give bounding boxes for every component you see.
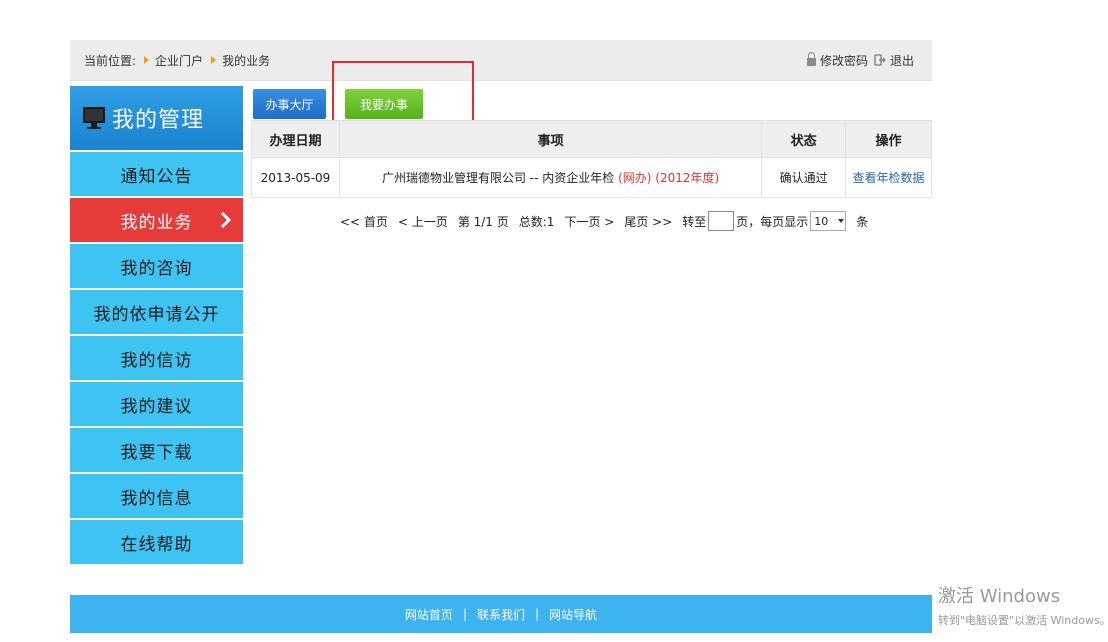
sidebar-item-info[interactable]: 我的信息 xyxy=(70,474,243,518)
footer-separator: | xyxy=(535,607,540,621)
footer: 网站首页 | 联系我们 | 网站导航 xyxy=(70,595,932,633)
column-header-item: 事项 xyxy=(338,120,763,158)
page-size-unit: 条 xyxy=(856,214,869,229)
watermark-title: 激活 Windows xyxy=(938,586,1061,607)
last-page-link[interactable]: 尾页 >> xyxy=(624,213,672,230)
footer-link-home[interactable]: 网站首页 xyxy=(405,606,453,623)
table-row: 2013-05-09 广州瑞德物业管理有限公司 -- 内资企业年检 (网办) (… xyxy=(251,157,932,198)
column-header-status: 状态 xyxy=(761,120,847,158)
footer-link-contact[interactable]: 联系我们 xyxy=(477,606,525,623)
item-mode: (网办) xyxy=(618,171,652,185)
sidebar-item-notices[interactable]: 通知公告 xyxy=(70,152,243,196)
sidebar-item-label: 我要下载 xyxy=(120,442,193,463)
lock-icon xyxy=(806,52,816,66)
top-links: 修改密码 退出 xyxy=(806,40,914,80)
sidebar-item-label: 我的建议 xyxy=(120,396,193,417)
sidebar-item-label: 我的业务 xyxy=(120,212,193,233)
sidebar-header: 我的管理 xyxy=(70,86,243,150)
column-header-action: 操作 xyxy=(845,120,932,158)
goto-label: 转至 xyxy=(682,214,707,229)
watermark-subtitle: 转到"电脑设置"以激活 Windows。 xyxy=(938,614,1108,627)
sidebar-item-petition[interactable]: 我的信访 xyxy=(70,336,243,380)
chevron-right-icon xyxy=(220,211,232,229)
sidebar-item-label: 我的咨询 xyxy=(120,258,193,279)
breadcrumb-item-portal[interactable]: 企业门户 xyxy=(155,52,203,69)
item-year: (2012年度) xyxy=(655,171,720,185)
sidebar-item-help[interactable]: 在线帮助 xyxy=(70,520,243,564)
cell-item: 广州瑞德物业管理有限公司 -- 内资企业年检 (网办) (2012年度) xyxy=(338,157,763,198)
sidebar-item-suggestion[interactable]: 我的建议 xyxy=(70,382,243,426)
sidebar-item-label: 我的依申请公开 xyxy=(93,304,220,325)
caret-down-icon xyxy=(838,219,845,223)
breadcrumb-item-business[interactable]: 我的业务 xyxy=(222,52,270,69)
sidebar-title: 我的管理 xyxy=(112,108,205,133)
breadcrumb-bar: 当前位置: 企业门户 我的业务 修改密码 退出 xyxy=(70,40,932,81)
logout-link[interactable]: 退出 xyxy=(890,52,914,69)
view-inspection-link[interactable]: 查看年检数据 xyxy=(853,171,925,185)
page-size-label: 页，每页显示 xyxy=(736,214,809,229)
change-password-link[interactable]: 修改密码 xyxy=(820,52,868,69)
cell-action: 查看年检数据 xyxy=(845,157,932,198)
cell-status: 确认通过 xyxy=(761,157,847,198)
sidebar-item-business[interactable]: 我的业务 xyxy=(70,198,243,242)
cell-date: 2013-05-09 xyxy=(251,157,340,198)
footer-separator: | xyxy=(462,607,467,621)
sidebar-item-download[interactable]: 我要下载 xyxy=(70,428,243,472)
column-header-date: 办理日期 xyxy=(251,120,340,158)
pagination: << 首页 < 上一页 第 1/1 页 总数:1 下一页 > 尾页 >> 转至 … xyxy=(340,209,868,233)
sidebar: 我的管理 通知公告 我的业务 我的咨询 我的依申请公开 我的信访 我的建议 我要… xyxy=(70,86,243,564)
sidebar-item-label: 通知公告 xyxy=(120,166,193,187)
sidebar-item-disclosure-request[interactable]: 我的依申请公开 xyxy=(70,290,243,334)
next-page-link[interactable]: 下一页 > xyxy=(564,213,614,230)
footer-link-sitemap[interactable]: 网站导航 xyxy=(549,606,597,623)
service-hall-button[interactable]: 办事大厅 xyxy=(253,89,326,119)
business-table: 办理日期 事项 状态 操作 2013-05-09 广州瑞德物业管理有限公司 --… xyxy=(251,120,932,198)
page: 当前位置: 企业门户 我的业务 修改密码 退出 我的管理 通知公告 我的业务 我… xyxy=(0,0,1108,642)
chevron-right-icon xyxy=(144,56,150,64)
prev-page-link[interactable]: < 上一页 xyxy=(398,213,448,230)
page-size-value: 10 xyxy=(814,214,829,228)
first-page-link[interactable]: << 首页 xyxy=(340,213,388,230)
activation-watermark: 激活 Windows 转到"电脑设置"以激活 Windows。 xyxy=(938,582,1108,628)
table-header-row: 办理日期 事项 状态 操作 xyxy=(251,120,932,158)
logout-icon xyxy=(874,54,886,66)
item-name: 广州瑞德物业管理有限公司 -- 内资企业年检 xyxy=(381,171,615,185)
breadcrumb: 当前位置: 企业门户 我的业务 xyxy=(84,40,270,80)
page-size-select[interactable]: 10 xyxy=(810,211,847,231)
page-info: 第 1/1 页 xyxy=(457,214,509,229)
sidebar-item-label: 我的信访 xyxy=(120,350,193,371)
chevron-right-icon xyxy=(211,56,217,64)
highlight-box xyxy=(332,61,474,125)
sidebar-item-label: 在线帮助 xyxy=(120,534,193,555)
breadcrumb-prefix: 当前位置: xyxy=(84,53,137,68)
sidebar-item-consultation[interactable]: 我的咨询 xyxy=(70,244,243,288)
goto-page-input[interactable] xyxy=(708,211,735,231)
total-count: 总数:1 xyxy=(518,214,555,229)
monitor-icon xyxy=(83,107,105,129)
sidebar-item-label: 我的信息 xyxy=(120,488,193,509)
